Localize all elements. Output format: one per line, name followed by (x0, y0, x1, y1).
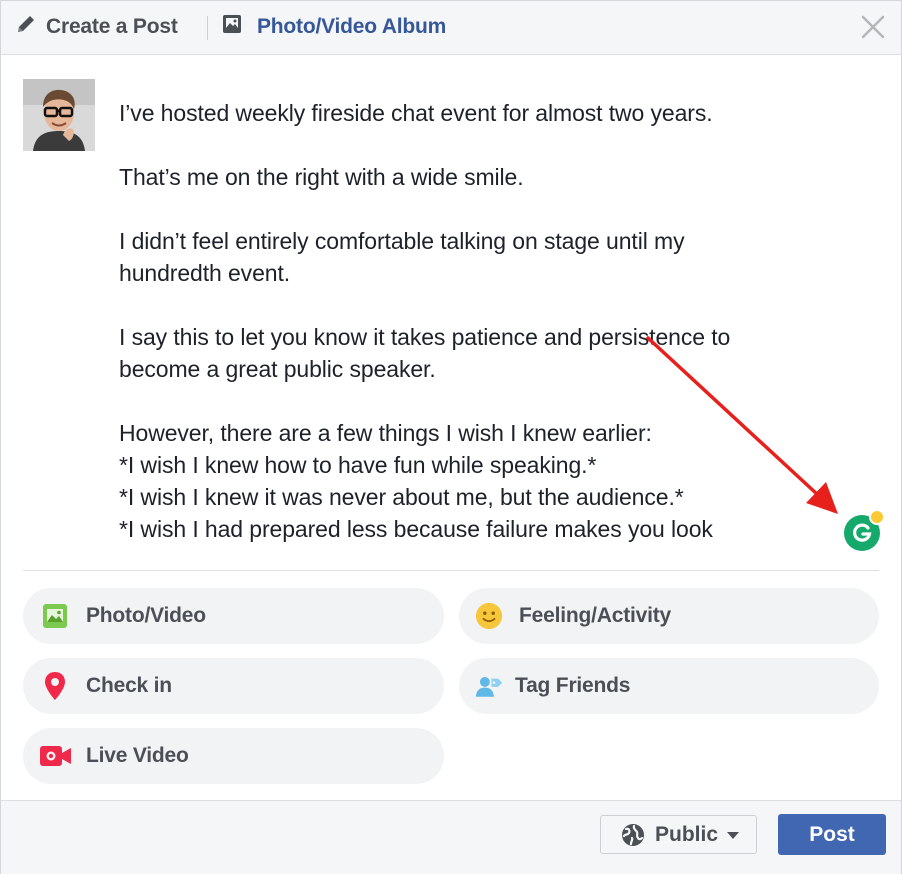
tag-friends-label: Tag Friends (515, 674, 631, 697)
grammarly-icon[interactable] (844, 509, 885, 551)
feeling-activity-button[interactable]: Feeling/Activity (459, 588, 879, 644)
live-video-button[interactable]: Live Video (23, 728, 444, 784)
tab-create-post[interactable]: Create a Post (15, 13, 178, 40)
post-line: *I wish I knew it was never about me, bu… (119, 484, 684, 510)
post-paragraph: I’ve hosted weekly fireside chat event f… (119, 97, 819, 129)
post-paragraph: I didn’t feel entirely comfortable talki… (119, 225, 819, 289)
tab-photo-video-album-label: Photo/Video Album (257, 14, 447, 38)
dialog-header: Create a Post Photo/Video Album (1, 1, 901, 55)
post-text-area[interactable]: I’ve hosted weekly fireside chat event f… (119, 97, 819, 545)
photo-video-label: Photo/Video (86, 604, 206, 627)
post-line: I didn’t feel entirely comfortable talki… (119, 228, 685, 254)
album-icon (221, 13, 243, 40)
post-button[interactable]: Post (778, 814, 886, 855)
tag-friends-button[interactable]: Tag Friends (459, 658, 879, 714)
live-video-label: Live Video (86, 744, 189, 767)
smiley-icon (475, 602, 503, 630)
post-line: I’ve hosted weekly fireside chat event f… (119, 100, 713, 126)
header-divider (207, 16, 208, 40)
post-line: I say this to let you know it takes pati… (119, 324, 731, 350)
tag-friends-icon (475, 672, 503, 700)
composer-divider (23, 570, 879, 571)
video-camera-icon (39, 742, 73, 770)
photo-video-button[interactable]: Photo/Video (23, 588, 444, 644)
post-line: However, there are a few things I wish I… (119, 420, 652, 446)
post-line: *I wish I had prepared less because fail… (119, 516, 713, 542)
post-paragraph: However, there are a few things I wish I… (119, 417, 819, 545)
globe-icon (621, 823, 645, 847)
close-icon[interactable] (859, 13, 887, 41)
check-in-button[interactable]: Check in (23, 658, 444, 714)
tab-create-post-label: Create a Post (46, 14, 178, 38)
feeling-activity-label: Feeling/Activity (519, 604, 672, 627)
avatar (23, 79, 95, 151)
grammarly-notification-dot (869, 509, 885, 525)
photo-icon (41, 602, 69, 630)
post-line: That’s me on the right with a wide smile… (119, 164, 524, 190)
post-paragraph: I say this to let you know it takes pati… (119, 321, 819, 385)
dialog-footer (1, 800, 901, 874)
pencil-icon (15, 13, 37, 40)
post-line: *I wish I knew how to have fun while spe… (119, 452, 597, 478)
create-post-dialog: Create a Post Photo/Video Album I’ve hos… (0, 0, 902, 874)
audience-label: Public (655, 822, 719, 846)
post-line: hundredth event. (119, 260, 291, 286)
tab-photo-video-album[interactable]: Photo/Video Album (221, 13, 446, 40)
location-pin-icon (41, 672, 69, 700)
caret-down-icon (726, 830, 740, 840)
post-paragraph: That’s me on the right with a wide smile… (119, 161, 819, 193)
post-line: become a great public speaker. (119, 356, 436, 382)
check-in-label: Check in (86, 674, 172, 697)
audience-selector[interactable]: Public (600, 815, 757, 854)
